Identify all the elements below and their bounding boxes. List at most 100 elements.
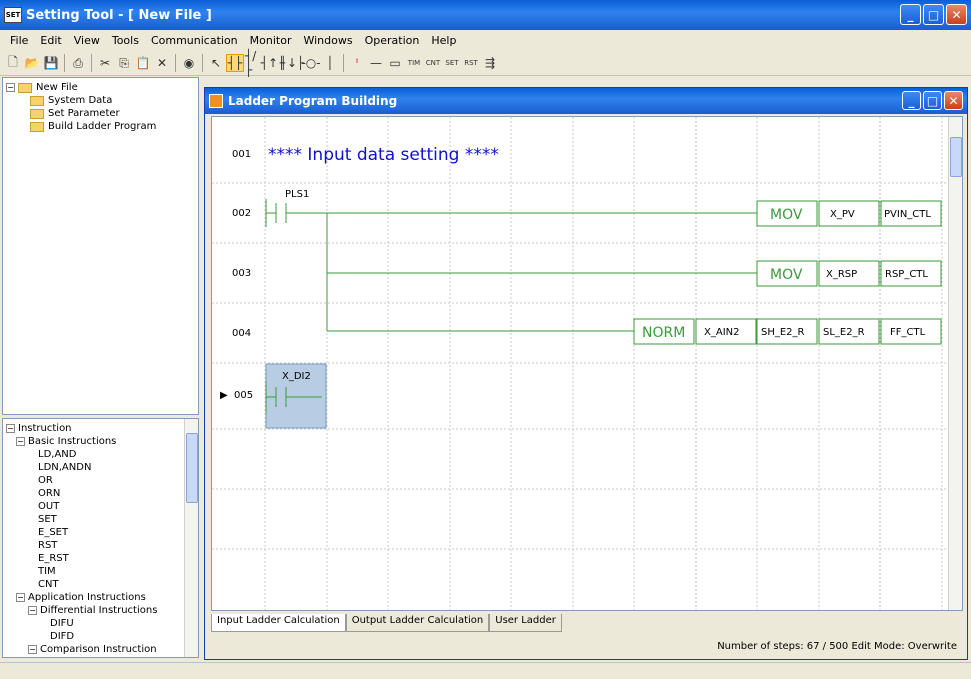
ladder-icon [209, 94, 223, 108]
coil-icon[interactable]: -○- [301, 54, 320, 72]
inst-item[interactable]: E_RST [6, 552, 195, 565]
folder-icon [30, 95, 44, 106]
func-op[interactable]: MOV [770, 207, 803, 223]
rst-icon[interactable]: RST [462, 54, 480, 72]
current-row-arrow-icon: ▶ [220, 390, 228, 401]
open-icon[interactable]: 📂 [23, 54, 41, 72]
func-arg[interactable]: SH_E2_R [761, 327, 805, 338]
func-op[interactable]: MOV [770, 267, 803, 283]
inst-item[interactable]: SET [6, 513, 195, 526]
tree-root[interactable]: − New File [6, 81, 195, 94]
func-op[interactable]: NORM [642, 325, 685, 341]
tree-item-system-data[interactable]: System Data [6, 94, 195, 107]
tree-item-set-parameter[interactable]: Set Parameter [6, 107, 195, 120]
menu-windows[interactable]: Windows [297, 34, 358, 47]
inst-item[interactable]: LDN,ANDN [6, 461, 195, 474]
inst-comp[interactable]: − Comparison Instruction [6, 643, 195, 656]
collapse-icon[interactable]: − [28, 606, 37, 615]
inst-item[interactable]: GT [6, 656, 195, 657]
menu-operation[interactable]: Operation [359, 34, 426, 47]
contact-no-icon[interactable]: ┤├ [226, 54, 244, 72]
collapse-icon[interactable]: − [6, 83, 15, 92]
minimize-button[interactable]: _ [900, 4, 921, 25]
contact-label[interactable]: X_DI2 [282, 371, 311, 382]
inst-item[interactable]: DIFU [6, 617, 195, 630]
new-icon[interactable]: 🗋 [4, 54, 22, 72]
func-arg[interactable]: FF_CTL [890, 327, 926, 338]
collapse-icon[interactable]: − [16, 593, 25, 602]
app-statusbar [0, 662, 971, 679]
comm-icon[interactable]: ◉ [180, 54, 198, 72]
menu-view[interactable]: View [68, 34, 106, 47]
ladder-diagram[interactable]: 001 002 003 004 ▶ 005 **** Input data se… [212, 117, 963, 611]
func-icon[interactable]: ▭ [386, 54, 404, 72]
cut-icon[interactable]: ✂ [96, 54, 114, 72]
row-number: 005 [234, 390, 253, 401]
set-icon[interactable]: SET [443, 54, 461, 72]
ladder-scrollbar[interactable] [948, 117, 962, 610]
inst-item[interactable]: ORN [6, 487, 195, 500]
menu-edit[interactable]: Edit [34, 34, 67, 47]
tab-output-ladder[interactable]: Output Ladder Calculation [345, 614, 490, 632]
folder-icon [30, 108, 44, 119]
inst-item[interactable]: E_SET [6, 526, 195, 539]
ladder-maximize-button[interactable]: □ [923, 91, 942, 110]
save-icon[interactable]: 💾 [42, 54, 60, 72]
contact-fall-icon[interactable]: ┤↓├ [280, 54, 305, 72]
scroll-thumb[interactable] [950, 137, 962, 177]
tree-item-build-ladder[interactable]: Build Ladder Program [6, 120, 195, 133]
ladder-close-button[interactable]: ✕ [944, 91, 963, 110]
inst-item[interactable]: TIM [6, 565, 195, 578]
inst-item[interactable]: LD,AND [6, 448, 195, 461]
tim-icon[interactable]: TIM [405, 54, 423, 72]
ladder-minimize-button[interactable]: _ [902, 91, 921, 110]
maximize-button[interactable]: □ [923, 4, 944, 25]
func-arg[interactable]: RSP_CTL [885, 269, 928, 280]
inst-basic[interactable]: − Basic Instructions [6, 435, 195, 448]
instruction-tree: − Instruction − Basic Instructions LD,AND … [2, 418, 199, 658]
menu-monitor[interactable]: Monitor [244, 34, 298, 47]
inst-diff[interactable]: − Differential Instructions [6, 604, 195, 617]
collapse-icon[interactable]: − [16, 437, 25, 446]
func-arg[interactable]: X_AIN2 [704, 327, 739, 338]
inst-item[interactable]: OUT [6, 500, 195, 513]
close-button[interactable]: ✕ [946, 4, 967, 25]
menu-file[interactable]: File [4, 34, 34, 47]
row-number: 001 [232, 149, 251, 160]
inst-item[interactable]: OR [6, 474, 195, 487]
erase-icon[interactable]: ᴵ [348, 54, 366, 72]
collapse-icon[interactable]: − [28, 645, 37, 654]
vline-icon[interactable]: │ [321, 54, 339, 72]
folder-icon [18, 82, 32, 93]
ladder-window-title: Ladder Program Building [228, 94, 398, 108]
ladder-canvas[interactable]: 001 002 003 004 ▶ 005 **** Input data se… [211, 116, 963, 611]
inst-scrollbar[interactable] [184, 419, 198, 657]
cnt-icon[interactable]: CNT [424, 54, 442, 72]
menu-help[interactable]: Help [425, 34, 462, 47]
inst-root[interactable]: − Instruction [6, 422, 195, 435]
hline-icon[interactable]: — [367, 54, 385, 72]
copy-icon[interactable]: ⎘ [115, 54, 133, 72]
menu-tools[interactable]: Tools [106, 34, 145, 47]
scroll-thumb[interactable] [186, 433, 198, 503]
paste-icon[interactable]: 📋 [134, 54, 152, 72]
rung-comment[interactable]: **** Input data setting **** [268, 145, 499, 165]
inst-item[interactable]: DIFD [6, 630, 195, 643]
delete-icon[interactable]: ✕ [153, 54, 171, 72]
tab-input-ladder[interactable]: Input Ladder Calculation [211, 614, 346, 632]
func-arg[interactable]: X_PV [830, 209, 855, 220]
func-arg[interactable]: PVIN_CTL [884, 209, 931, 220]
menu-communication[interactable]: Communication [145, 34, 244, 47]
project-tree: − New File System Data Set Parameter Buil… [2, 77, 199, 415]
tab-user-ladder[interactable]: User Ladder [489, 614, 562, 632]
inst-item[interactable]: RST [6, 539, 195, 552]
print-icon[interactable]: ⎙ [69, 54, 87, 72]
collapse-icon[interactable]: − [6, 424, 15, 433]
contact-label[interactable]: PLS1 [285, 189, 309, 200]
inst-item[interactable]: CNT [6, 578, 195, 591]
pointer-icon[interactable]: ↖ [207, 54, 225, 72]
func-arg[interactable]: SL_E2_R [823, 327, 865, 338]
inst-app[interactable]: − Application Instructions [6, 591, 195, 604]
special-icon[interactable]: ⇶ [481, 54, 499, 72]
func-arg[interactable]: X_RSP [826, 269, 857, 280]
